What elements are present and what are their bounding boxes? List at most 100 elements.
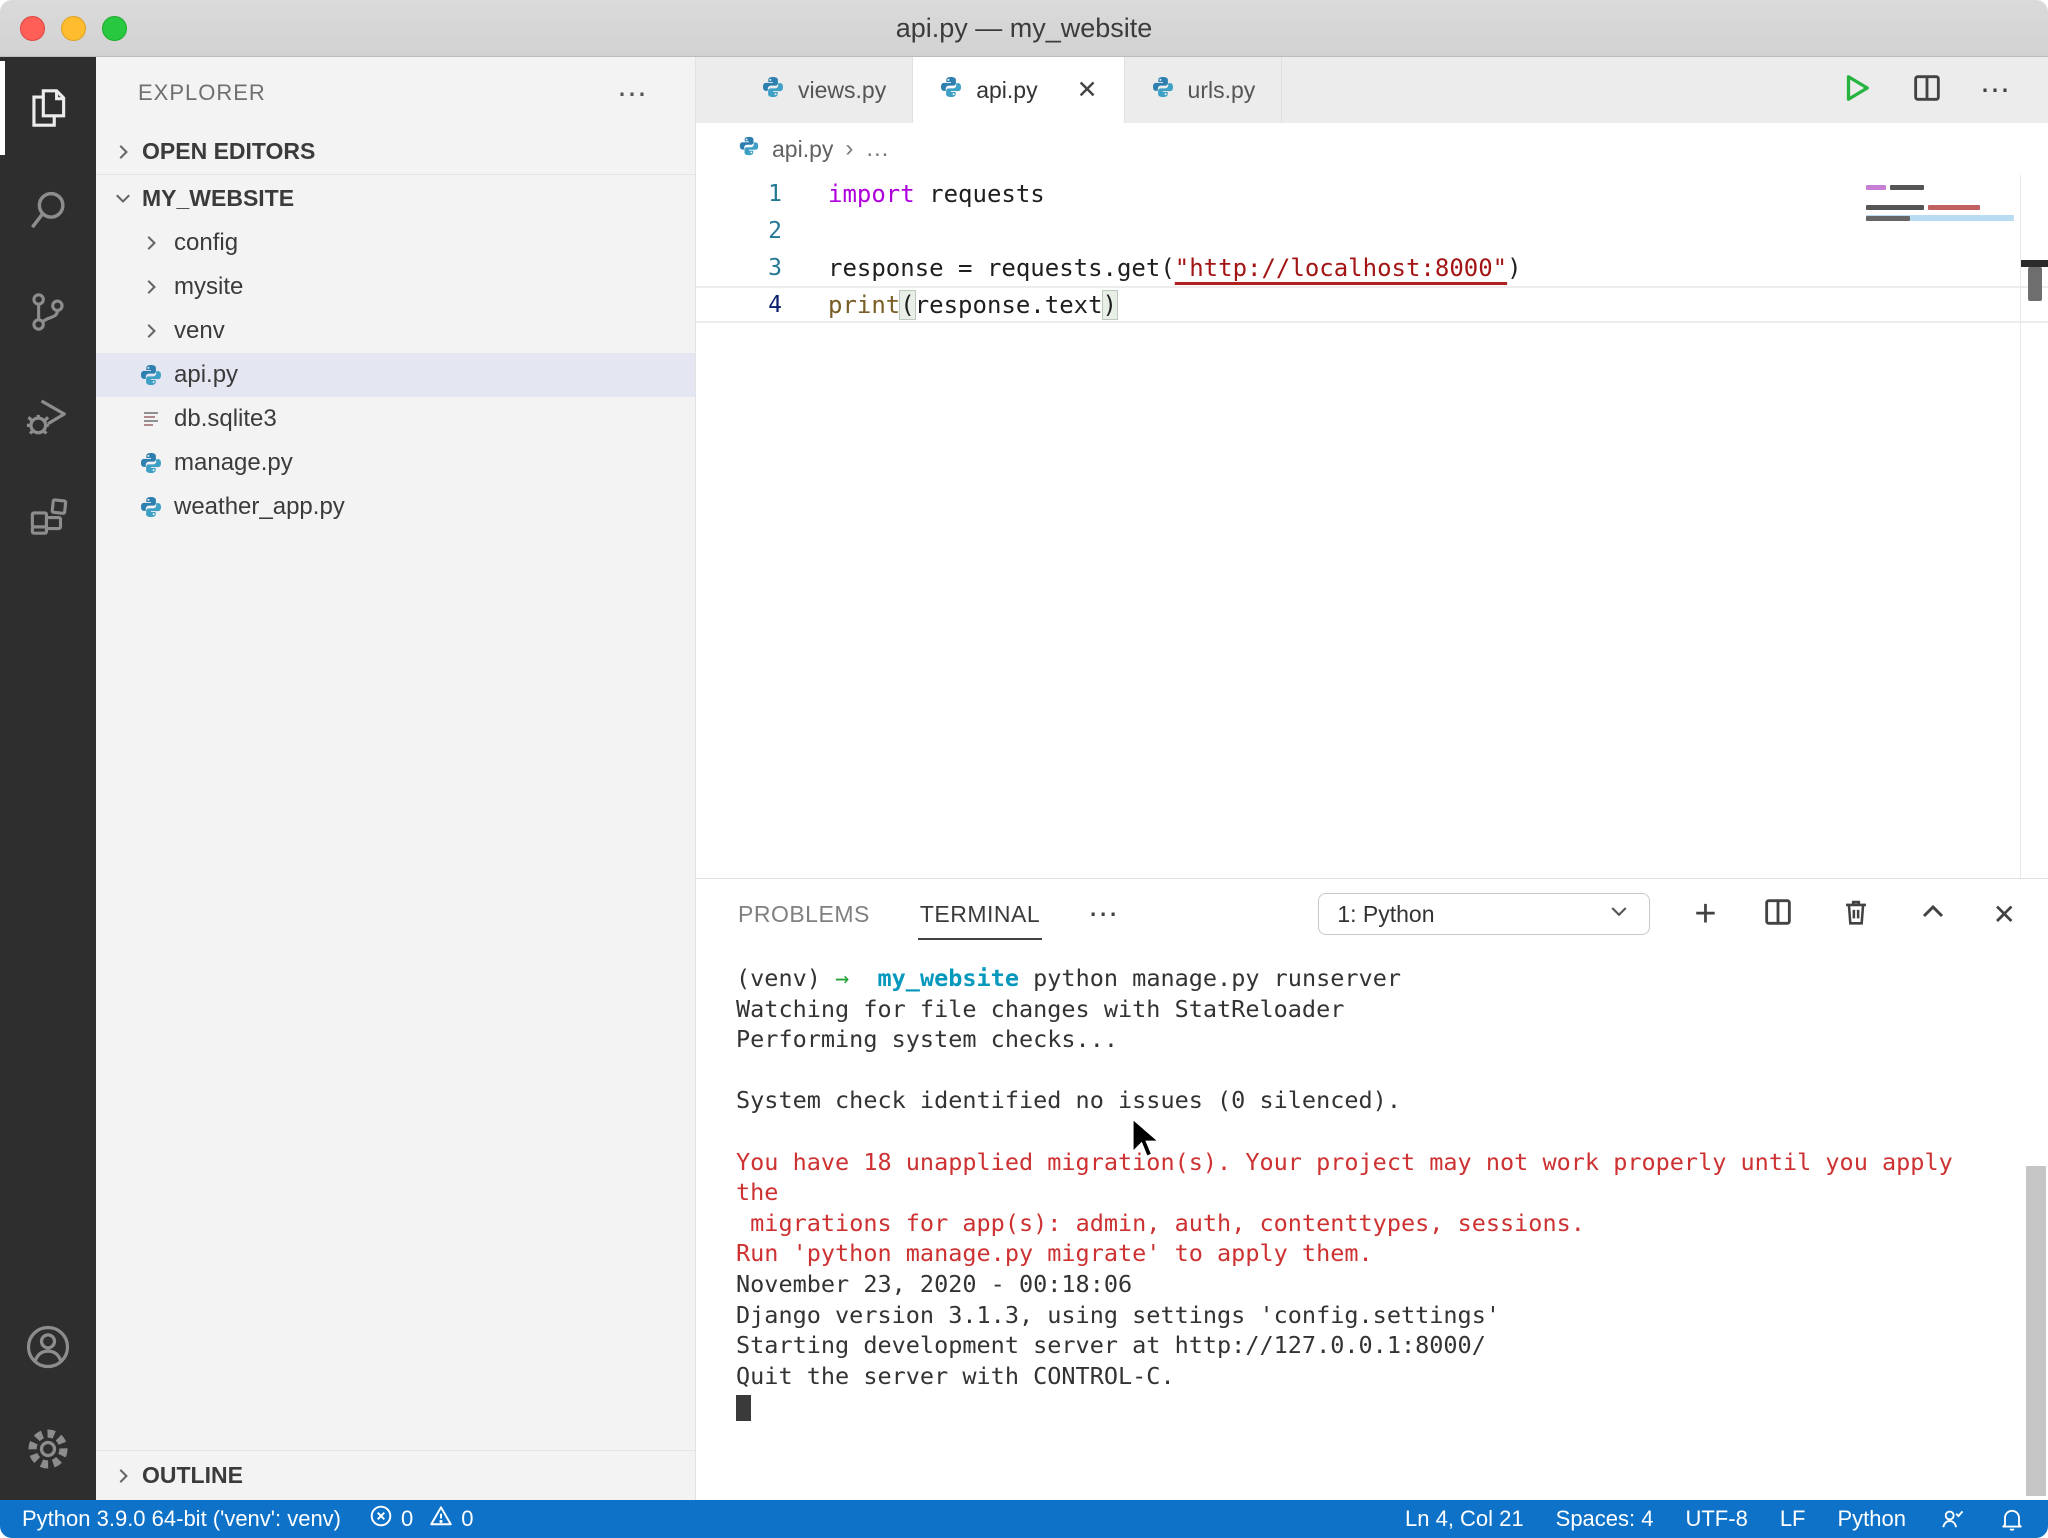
maximize-panel-icon[interactable] bbox=[1917, 896, 1949, 933]
tree-item-mysite[interactable]: mysite bbox=[96, 265, 695, 309]
python-interpreter-item[interactable]: Python 3.9.0 64-bit ('venv': venv) bbox=[22, 1506, 341, 1532]
kill-terminal-trash-icon[interactable] bbox=[1839, 895, 1873, 934]
sidebar-more-actions-icon[interactable]: ⋯ bbox=[617, 77, 647, 112]
split-editor-icon[interactable] bbox=[1910, 71, 1944, 110]
status-item-utf-8[interactable]: UTF-8 bbox=[1685, 1506, 1747, 1532]
code-editor[interactable]: 1import requests 2 3response = requests.ge… bbox=[696, 175, 2048, 878]
minimize-window-button[interactable] bbox=[61, 16, 86, 41]
warning-triangle-icon bbox=[429, 1504, 453, 1534]
tree-item-db-sqlite3[interactable]: db.sqlite3 bbox=[96, 397, 695, 441]
terminal-line: Performing system checks... bbox=[736, 1024, 1988, 1055]
chevron-right-icon bbox=[140, 320, 162, 342]
editor-tab-bar: views.py api.py ✕ urls.py ⋯ bbox=[696, 57, 2048, 123]
settings-gear-icon[interactable] bbox=[0, 1398, 96, 1500]
tree-item-api-py[interactable]: api.py bbox=[96, 353, 695, 397]
run-file-button[interactable] bbox=[1838, 70, 1874, 111]
close-panel-icon[interactable]: ✕ bbox=[1993, 898, 2016, 931]
breadcrumb-symbols[interactable]: … bbox=[865, 135, 889, 163]
tab-label: api.py bbox=[976, 77, 1037, 104]
tab-views-py[interactable]: views.py bbox=[735, 57, 913, 123]
terminal-line: Watching for file changes with StatReloa… bbox=[736, 994, 1988, 1025]
panel-more-actions-icon[interactable]: ⋯ bbox=[1088, 897, 1120, 932]
breadcrumb: api.py › … bbox=[696, 123, 2048, 175]
source-control-icon[interactable] bbox=[0, 261, 96, 363]
accounts-icon[interactable] bbox=[0, 1296, 96, 1398]
panel-tab-problems[interactable]: PROBLEMS bbox=[736, 887, 872, 942]
run-debug-icon[interactable] bbox=[0, 363, 96, 465]
python-file-icon bbox=[139, 451, 163, 475]
terminal-line: Run 'python manage.py migrate' to apply … bbox=[736, 1238, 1988, 1269]
status-item-lf[interactable]: LF bbox=[1780, 1506, 1806, 1532]
chevron-right-icon bbox=[112, 1465, 134, 1487]
new-terminal-icon[interactable]: + bbox=[1694, 899, 1716, 929]
terminal-output[interactable]: (venv) → my_website python manage.py run… bbox=[696, 949, 2048, 1500]
python-file-icon bbox=[761, 75, 785, 99]
terminal-line: migrations for app(s): admin, auth, cont… bbox=[736, 1208, 1988, 1239]
panel-tab-terminal[interactable]: TERMINAL bbox=[918, 887, 1042, 942]
tree-item-label: venv bbox=[174, 317, 225, 345]
search-icon[interactable] bbox=[0, 159, 96, 261]
status-item-python[interactable]: Python bbox=[1838, 1506, 1907, 1532]
panel-header: PROBLEMS TERMINAL ⋯ 1: Python + bbox=[696, 879, 2048, 949]
status-item-ln-4-col-21[interactable]: Ln 4, Col 21 bbox=[1405, 1506, 1524, 1532]
chevron-down-icon bbox=[1607, 899, 1631, 929]
database-file-icon bbox=[139, 407, 163, 431]
window-controls bbox=[20, 16, 127, 41]
terminal-line: (venv) → my_website python manage.py run… bbox=[736, 963, 1988, 994]
editor-scrollbar-thumb[interactable] bbox=[2028, 267, 2042, 301]
minimap[interactable] bbox=[1866, 185, 2014, 226]
terminal-line: Quit the server with CONTROL-C. bbox=[736, 1361, 1988, 1392]
terminal-line: Django version 3.1.3, using settings 'co… bbox=[736, 1300, 1988, 1331]
tab-urls-py[interactable]: urls.py bbox=[1125, 57, 1283, 123]
notifications-bell-icon[interactable] bbox=[1998, 1505, 2026, 1533]
python-file-icon bbox=[738, 135, 760, 157]
chevron-down-icon bbox=[112, 187, 134, 209]
bottom-panel: PROBLEMS TERMINAL ⋯ 1: Python + bbox=[696, 878, 2048, 1500]
code-line-3: 3response = requests.get("http://localho… bbox=[696, 249, 2048, 286]
tree-item-label: mysite bbox=[174, 273, 243, 301]
terminal-line bbox=[736, 1391, 1988, 1422]
zoom-window-button[interactable] bbox=[102, 16, 127, 41]
terminal-line: System check identified no issues (0 sil… bbox=[736, 1085, 1988, 1116]
chevron-right-icon: › bbox=[845, 135, 853, 163]
vscode-window: api.py — my_website bbox=[0, 0, 2048, 1538]
chevron-right-icon bbox=[140, 276, 162, 298]
terminal-line bbox=[736, 1055, 1988, 1086]
terminal-scrollbar-thumb[interactable] bbox=[2026, 1166, 2046, 1496]
python-file-icon bbox=[738, 135, 760, 163]
editor-actions: ⋯ bbox=[1838, 57, 2048, 123]
tree-item-label: config bbox=[174, 229, 238, 257]
tab-api-py[interactable]: api.py ✕ bbox=[913, 57, 1124, 123]
window-title: api.py — my_website bbox=[896, 13, 1153, 44]
close-window-button[interactable] bbox=[20, 16, 45, 41]
tree-item-config[interactable]: config bbox=[96, 221, 695, 265]
tree-item-label: api.py bbox=[174, 361, 238, 389]
tab-label: views.py bbox=[798, 77, 886, 104]
terminal-line: November 23, 2020 - 00:18:06 bbox=[736, 1269, 1988, 1300]
status-item-spaces-4[interactable]: Spaces: 4 bbox=[1556, 1506, 1654, 1532]
split-terminal-icon[interactable] bbox=[1761, 895, 1795, 934]
error-circle-icon bbox=[369, 1504, 393, 1534]
terminal-cursor bbox=[736, 1395, 751, 1421]
outline-section[interactable]: OUTLINE bbox=[96, 1450, 695, 1500]
open-editors-section[interactable]: OPEN EDITORS bbox=[96, 129, 695, 175]
breadcrumb-file[interactable]: api.py bbox=[772, 136, 833, 163]
tree-item-weather-app-py[interactable]: weather_app.py bbox=[96, 485, 695, 529]
title-bar: api.py — my_website bbox=[0, 0, 2048, 57]
explorer-icon[interactable] bbox=[0, 57, 96, 159]
close-tab-icon[interactable]: ✕ bbox=[1077, 75, 1098, 105]
terminal-shell-select[interactable]: 1: Python bbox=[1318, 893, 1650, 935]
line-number: 2 bbox=[696, 218, 782, 244]
editor-scrollbar bbox=[2020, 175, 2048, 878]
sidebar-title: EXPLORER bbox=[96, 57, 695, 129]
code-line-1: 1import requests bbox=[696, 175, 2048, 212]
problems-indicator[interactable]: 0 0 bbox=[369, 1504, 474, 1534]
python-file-icon bbox=[139, 363, 163, 387]
workspace-section[interactable]: MY_WEBSITE bbox=[96, 175, 695, 221]
tree-item-venv[interactable]: venv bbox=[96, 309, 695, 353]
tree-item-manage-py[interactable]: manage.py bbox=[96, 441, 695, 485]
extensions-icon[interactable] bbox=[0, 465, 96, 567]
feedback-icon[interactable] bbox=[1938, 1505, 1966, 1533]
more-actions-icon[interactable]: ⋯ bbox=[1980, 73, 2012, 108]
terminal-line: You have 18 unapplied migration(s). Your… bbox=[736, 1147, 1988, 1208]
